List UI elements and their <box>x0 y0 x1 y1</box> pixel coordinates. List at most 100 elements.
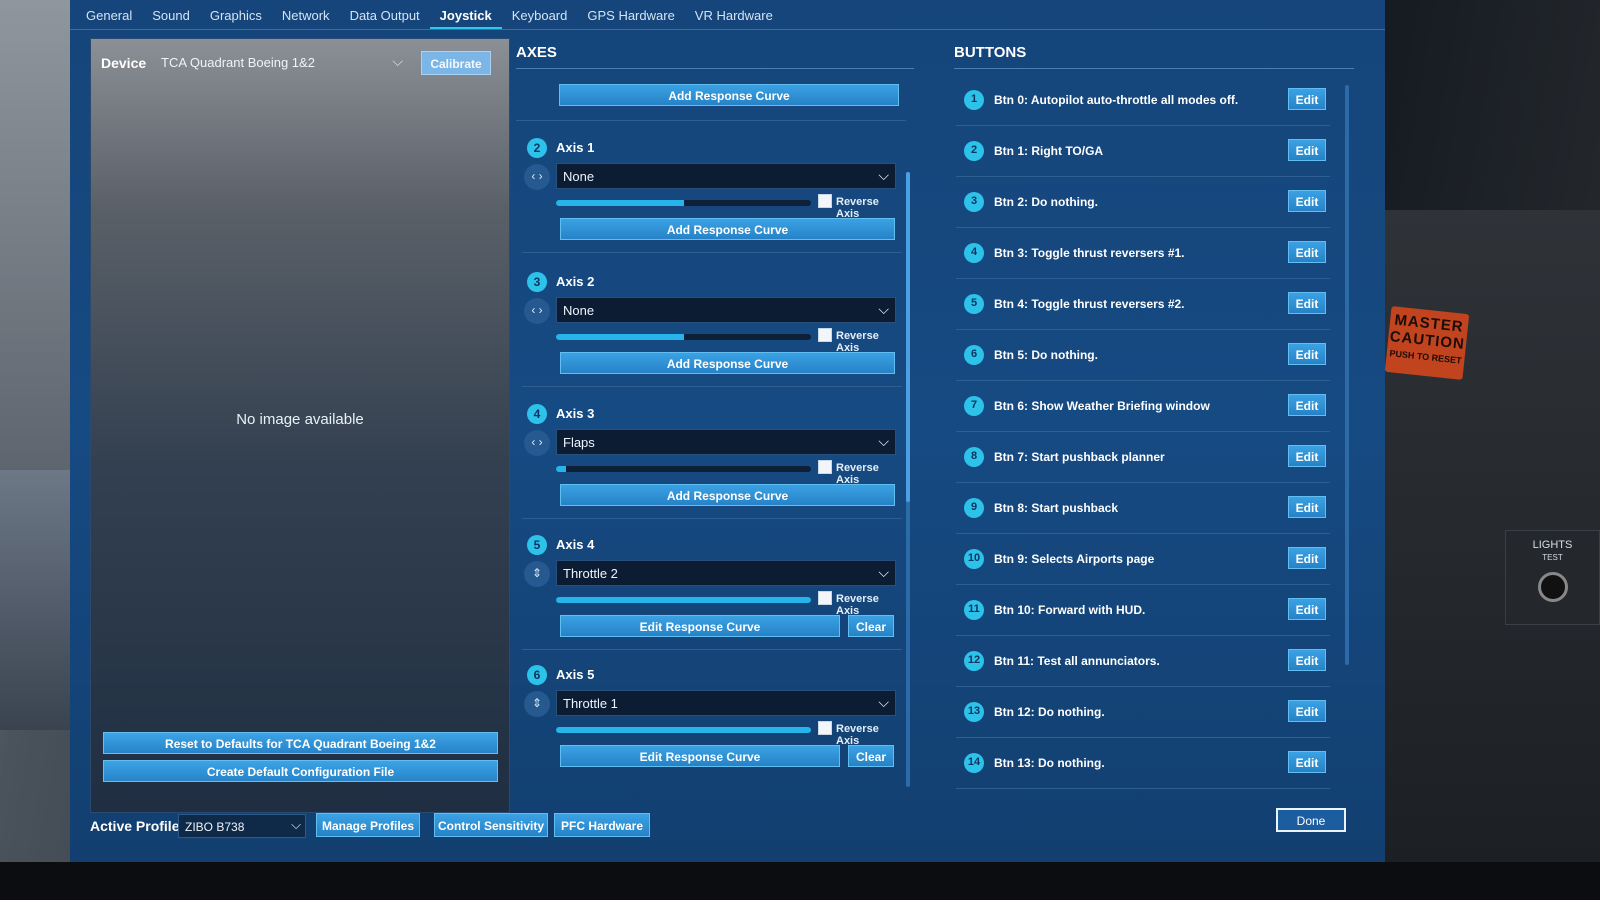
button-number-badge: 9 <box>964 498 984 518</box>
axis-value-fill <box>556 334 684 340</box>
axes-title: AXES <box>516 44 557 61</box>
edit-button[interactable]: Edit <box>1288 139 1326 161</box>
buttons-list: 1 Btn 0: Autopilot auto-throttle all mode… <box>956 75 1330 789</box>
button-mapping-row: 7 Btn 6: Show Weather Briefing window Edit <box>956 381 1330 432</box>
active-profile-label: Active Profile <box>90 818 180 834</box>
axis-response-curve-button[interactable]: Add Response Curve <box>560 352 895 374</box>
tab-vr-hardware[interactable]: VR Hardware <box>685 0 783 30</box>
edit-button[interactable]: Edit <box>1288 394 1326 416</box>
axes-scrollbar[interactable] <box>906 172 910 787</box>
reset-defaults-button[interactable]: Reset to Defaults for TCA Quadrant Boein… <box>103 732 498 754</box>
reverse-axis-label: Reverse Axis <box>836 723 879 747</box>
edit-button[interactable]: Edit <box>1288 700 1326 722</box>
axis-value-bar <box>556 200 811 206</box>
axis-direction-icon[interactable]: ‹ › <box>524 430 550 456</box>
axis-divider <box>522 386 902 387</box>
axis-assignment-select[interactable]: Throttle 2 ⌵ <box>556 560 896 586</box>
button-number-badge: 11 <box>964 600 984 620</box>
edit-button[interactable]: Edit <box>1288 292 1326 314</box>
reverse-axis-checkbox[interactable] <box>818 721 832 735</box>
edit-button[interactable]: Edit <box>1288 547 1326 569</box>
pfc-hardware-button[interactable]: PFC Hardware <box>554 813 650 837</box>
button-mapping-label: Btn 10: Forward with HUD. <box>994 603 1146 617</box>
axis-direction-icon[interactable]: ⇕ <box>524 691 550 717</box>
edit-button[interactable]: Edit <box>1288 445 1326 467</box>
tab-data-output[interactable]: Data Output <box>340 0 430 30</box>
button-mapping-row: 9 Btn 8: Start pushback Edit <box>956 483 1330 534</box>
axis-direction-icon[interactable]: ⇕ <box>524 561 550 587</box>
axis-direction-icon[interactable]: ‹ › <box>524 164 550 190</box>
tab-gps-hardware[interactable]: GPS Hardware <box>577 0 684 30</box>
axis-response-curve-button[interactable]: Edit Response Curve <box>560 615 840 637</box>
axis-assignment-select[interactable]: Flaps ⌵ <box>556 429 896 455</box>
buttons-scrollbar[interactable] <box>1345 85 1349 665</box>
reverse-axis-checkbox[interactable] <box>818 328 832 342</box>
button-mapping-row: 12 Btn 11: Test all annunciators. Edit <box>956 636 1330 687</box>
master-caution-sign: MASTER CAUTION PUSH TO RESET <box>1384 306 1470 380</box>
axis-assignment-select[interactable]: None ⌵ <box>556 163 896 189</box>
tab-keyboard[interactable]: Keyboard <box>502 0 578 30</box>
edit-button[interactable]: Edit <box>1288 751 1326 773</box>
add-response-curve-button[interactable]: Add Response Curve <box>559 84 899 106</box>
axes-divider <box>516 120 906 121</box>
edit-button[interactable]: Edit <box>1288 649 1326 671</box>
axis-number-badge: 5 <box>527 535 547 555</box>
axis-clear-button[interactable]: Clear <box>848 615 894 637</box>
tab-general[interactable]: General <box>76 0 142 30</box>
axis-response-curve-button[interactable]: Edit Response Curve <box>560 745 840 767</box>
button-mapping-row: 4 Btn 3: Toggle thrust reversers #1. Edit <box>956 228 1330 279</box>
axis-value-fill <box>556 727 811 733</box>
axis-name: Axis 2 <box>556 274 595 289</box>
tab-joystick[interactable]: Joystick <box>429 0 502 30</box>
edit-button[interactable]: Edit <box>1288 88 1326 110</box>
axis-direction-icon[interactable]: ‹ › <box>524 298 550 324</box>
axis-assignment-value: Throttle 1 <box>563 696 618 711</box>
device-select[interactable]: TCA Quadrant Boeing 1&2 ⌵ <box>157 51 407 75</box>
tab-sound[interactable]: Sound <box>142 0 200 30</box>
button-mapping-row: 14 Btn 13: Do nothing. Edit <box>956 738 1330 789</box>
edit-button[interactable]: Edit <box>1288 598 1326 620</box>
axis-response-curve-button[interactable]: Add Response Curve <box>560 484 895 506</box>
done-button[interactable]: Done <box>1276 808 1346 832</box>
button-mapping-row: 11 Btn 10: Forward with HUD. Edit <box>956 585 1330 636</box>
device-row: Device TCA Quadrant Boeing 1&2 ⌵ Calibra… <box>101 51 501 75</box>
edit-button[interactable]: Edit <box>1288 241 1326 263</box>
edit-button[interactable]: Edit <box>1288 343 1326 365</box>
reverse-axis-checkbox[interactable] <box>818 591 832 605</box>
reverse-axis-label: Reverse Axis <box>836 593 879 617</box>
reverse-axis-label: Reverse Axis <box>836 462 879 486</box>
axis-number-badge: 6 <box>527 665 547 685</box>
button-number-badge: 14 <box>964 753 984 773</box>
axes-scrollbar-thumb[interactable] <box>906 172 910 502</box>
calibrate-button[interactable]: Calibrate <box>421 51 491 75</box>
button-mapping-row: 2 Btn 1: Right TO/GA Edit <box>956 126 1330 177</box>
reverse-axis-checkbox[interactable] <box>818 194 832 208</box>
chevron-down-icon: ⌵ <box>392 53 403 69</box>
create-config-button[interactable]: Create Default Configuration File <box>103 760 498 782</box>
profile-select[interactable]: ZIBO B738 ⌵ <box>178 814 306 838</box>
reverse-axis-checkbox[interactable] <box>818 460 832 474</box>
control-sensitivity-button[interactable]: Control Sensitivity <box>434 813 548 837</box>
axis-clear-button[interactable]: Clear <box>848 745 894 767</box>
manage-profiles-button[interactable]: Manage Profiles <box>316 813 420 837</box>
axis-assignment-value: None <box>563 303 595 318</box>
axis-assignment-select[interactable]: None ⌵ <box>556 297 896 323</box>
tab-network[interactable]: Network <box>272 0 340 30</box>
axis-divider <box>522 252 902 253</box>
device-select-value: TCA Quadrant Boeing 1&2 <box>161 55 315 70</box>
axis-divider <box>522 649 902 650</box>
axis-assignment-select[interactable]: Throttle 1 ⌵ <box>556 690 896 716</box>
axis-assignment-value: Throttle 2 <box>563 566 618 581</box>
tab-bar-divider <box>70 29 1385 30</box>
edit-button[interactable]: Edit <box>1288 190 1326 212</box>
axis-value-bar <box>556 334 811 340</box>
axis-number-badge: 4 <box>527 404 547 424</box>
button-mapping-row: 8 Btn 7: Start pushback planner Edit <box>956 432 1330 483</box>
settings-window: General Sound Graphics Network Data Output Jo… <box>70 0 1385 862</box>
edit-button[interactable]: Edit <box>1288 496 1326 518</box>
tab-graphics[interactable]: Graphics <box>200 0 272 30</box>
button-number-badge: 12 <box>964 651 984 671</box>
axis-response-curve-button[interactable]: Add Response Curve <box>560 218 895 240</box>
button-mapping-label: Btn 13: Do nothing. <box>994 756 1105 770</box>
axis-number-badge: 3 <box>527 272 547 292</box>
